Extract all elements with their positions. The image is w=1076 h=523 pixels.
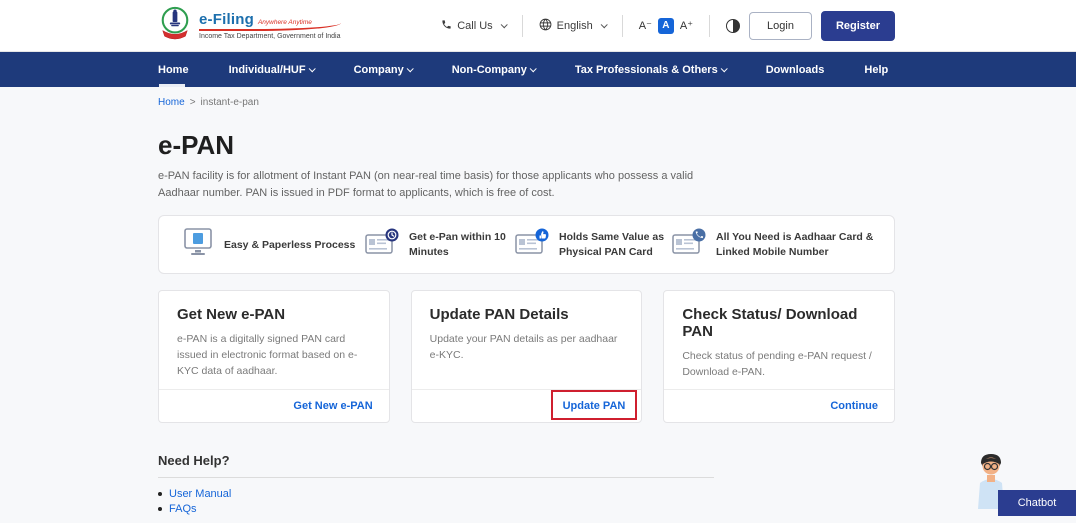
- feature-label: All You Need is Aadhaar Card & Linked Mo…: [716, 231, 874, 258]
- nav-item-help[interactable]: Help: [864, 52, 888, 87]
- nav-item-non-company[interactable]: Non-Company: [451, 52, 537, 87]
- bullet-icon: [158, 492, 162, 497]
- need-help-title: Need Help?: [158, 453, 230, 469]
- breadcrumb: Home > instant-e-pan: [0, 97, 1076, 108]
- header-divider: [621, 14, 623, 37]
- breadcrumb-home-link[interactable]: Home: [158, 97, 185, 108]
- phone-icon: [441, 19, 452, 33]
- chevron-down-icon: [500, 21, 508, 29]
- section-divider: [158, 477, 714, 479]
- chevron-down-icon: [529, 65, 537, 73]
- breadcrumb-current: instant-e-pan: [200, 97, 259, 108]
- help-links: User Manual FAQs: [158, 488, 895, 515]
- brand-name: e-Filing: [199, 11, 254, 28]
- card-update-pan-details: Update PAN Details Update your PAN detai…: [410, 290, 643, 424]
- feature-epan-10-minutes: Get e-Pan within 10 Minutes: [364, 227, 514, 262]
- feature-easy-paperless: Easy & Paperless Process: [181, 227, 364, 262]
- pan-card-clock-icon: [364, 227, 400, 262]
- nav-item-home[interactable]: Home: [158, 52, 189, 87]
- header-actions: Call Us English A⁻ A A⁺ Login Register: [441, 10, 895, 41]
- card-footer: Continue: [664, 389, 895, 422]
- user-manual-link[interactable]: User Manual: [169, 488, 231, 500]
- card-title: Check Status/ Download PAN: [682, 306, 858, 341]
- font-normal-button[interactable]: A: [657, 17, 674, 34]
- chevron-down-icon: [406, 65, 414, 73]
- feature-label: Holds Same Value as Physical PAN Card: [559, 231, 665, 258]
- bullet-icon: [158, 507, 162, 512]
- brand-subtitle: Income Tax Department, Government of Ind…: [199, 33, 341, 40]
- font-decrease-button[interactable]: A⁻: [639, 19, 652, 32]
- nav-label: Downloads: [765, 63, 825, 76]
- nav-item-company[interactable]: Company: [353, 52, 414, 87]
- card-footer: Get New e-PAN: [159, 389, 389, 422]
- nav-item-downloads[interactable]: Downloads: [766, 52, 825, 87]
- site-header: e-Filing Anywhere Anytime Income Tax Dep…: [0, 0, 1076, 52]
- pan-card-thumbsup-icon: [514, 227, 550, 262]
- nav-label: Tax Professionals & Others: [574, 63, 718, 76]
- login-button[interactable]: Login: [749, 11, 812, 40]
- font-increase-button[interactable]: A⁺: [680, 19, 693, 32]
- card-get-new-epan: Get New e-PAN e-PAN is a digitally signe…: [158, 290, 390, 424]
- card-check-status-download: Check Status/ Download PAN Check status …: [663, 290, 896, 424]
- main-content: e-PAN e-PAN facility is for allotment of…: [0, 130, 896, 515]
- nav-label: Help: [864, 63, 889, 76]
- chevron-down-icon: [720, 65, 728, 73]
- header-divider: [709, 14, 711, 37]
- brand-tagline: Anywhere Anytime: [257, 19, 312, 26]
- list-item: User Manual: [158, 488, 895, 500]
- header-divider: [521, 14, 523, 37]
- income-tax-emblem-icon: [158, 5, 192, 46]
- contrast-toggle-icon[interactable]: [726, 18, 741, 33]
- continue-link[interactable]: Continue: [830, 400, 878, 412]
- font-size-controls: A⁻ A A⁺: [639, 17, 693, 34]
- register-button[interactable]: Register: [820, 10, 895, 41]
- list-item: FAQs: [158, 503, 895, 515]
- nav-item-tax-professionals[interactable]: Tax Professionals & Others: [574, 52, 728, 87]
- language-label: English: [556, 19, 593, 32]
- card-description: Update your PAN details as per aadhaar e…: [429, 333, 618, 361]
- card-footer: Update PAN: [411, 389, 642, 422]
- card-title: Update PAN Details: [429, 306, 569, 324]
- get-new-epan-link[interactable]: Get New e-PAN: [293, 400, 372, 412]
- chevron-down-icon: [308, 65, 316, 73]
- nav-label: Non-Company: [451, 63, 527, 76]
- card-description: e-PAN is a digitally signed PAN card iss…: [177, 333, 358, 377]
- nav-item-individual-huf[interactable]: Individual/HUF: [228, 52, 316, 87]
- card-description: Check status of pending e-PAN request / …: [682, 350, 872, 378]
- chatbot-widget: Chatbot: [960, 454, 1076, 518]
- call-us-label: Call Us: [457, 19, 493, 32]
- pan-card-phone-icon: [671, 227, 707, 262]
- chevron-down-icon: [600, 21, 608, 29]
- feature-label: Easy & Paperless Process: [224, 238, 356, 251]
- update-pan-link[interactable]: Update PAN: [563, 400, 626, 412]
- nav-label: Home: [158, 63, 189, 76]
- faqs-link[interactable]: FAQs: [169, 503, 197, 515]
- breadcrumb-separator: >: [189, 97, 196, 108]
- monitor-document-icon: [181, 227, 215, 262]
- efiling-logo[interactable]: e-Filing Anywhere Anytime Income Tax Dep…: [158, 5, 341, 46]
- page-title: e-PAN: [158, 130, 235, 160]
- chatbot-button[interactable]: Chatbot: [998, 490, 1076, 516]
- nav-label: Company: [353, 63, 404, 76]
- action-cards: Get New e-PAN e-PAN is a digitally signe…: [158, 290, 896, 424]
- active-tab-indicator: [159, 84, 185, 87]
- page-description: e-PAN facility is for allotment of Insta…: [158, 170, 694, 200]
- feature-label: Get e-Pan within 10 Minutes: [409, 231, 506, 258]
- language-selector[interactable]: English: [539, 18, 608, 34]
- globe-icon: [539, 18, 552, 34]
- feature-same-value: Holds Same Value as Physical PAN Card: [514, 227, 671, 262]
- feature-strip: Easy & Paperless Process Get e-Pan withi…: [158, 215, 895, 275]
- need-help-section: Need Help? User Manual FAQs: [158, 453, 895, 515]
- feature-aadhaar-mobile: All You Need is Aadhaar Card & Linked Mo…: [671, 227, 874, 262]
- nav-label: Individual/HUF: [228, 63, 306, 76]
- main-navigation: Home Individual/HUF Company Non-Company …: [0, 52, 1076, 87]
- logo-text: e-Filing Anywhere Anytime Income Tax Dep…: [199, 11, 341, 40]
- call-us-menu[interactable]: Call Us: [441, 19, 508, 33]
- card-title: Get New e-PAN: [177, 306, 286, 324]
